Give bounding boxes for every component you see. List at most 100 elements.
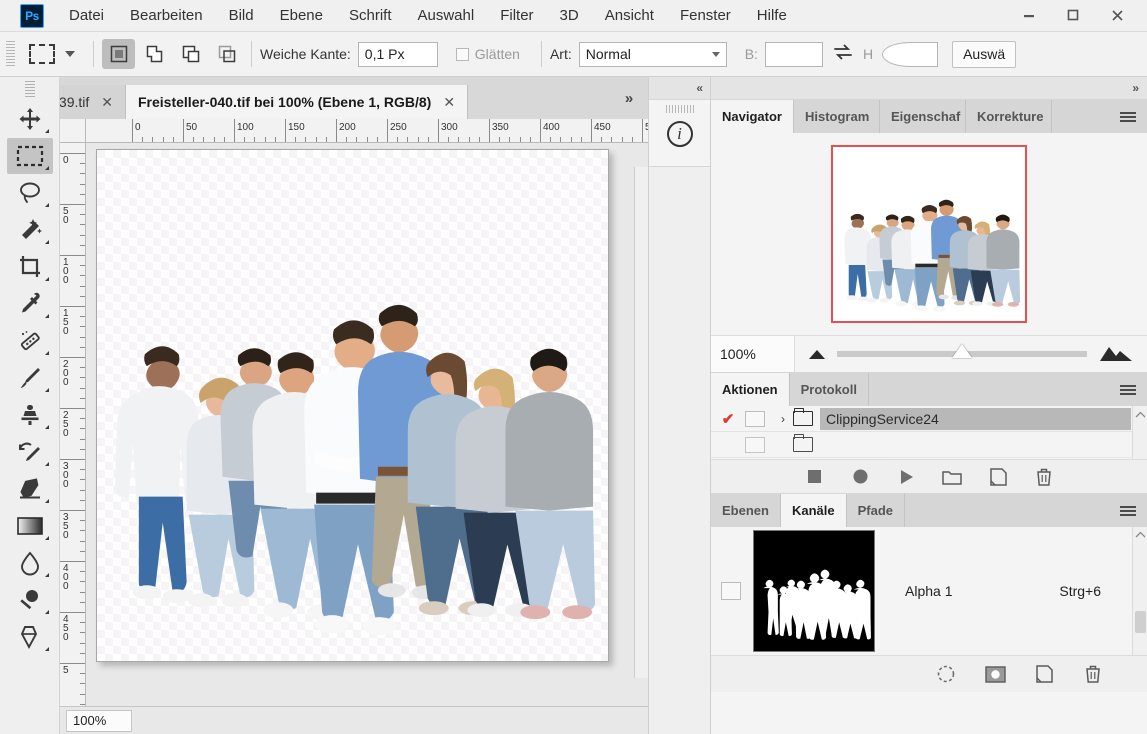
menu-3d[interactable]: 3D	[547, 2, 592, 29]
menu-ebene[interactable]: Ebene	[267, 2, 336, 29]
navigator-preview-area[interactable]	[711, 133, 1147, 335]
menu-bild[interactable]: Bild	[216, 2, 267, 29]
refine-edge-button[interactable]: Auswä	[952, 41, 1016, 68]
scroll-up-icon[interactable]	[1135, 411, 1146, 419]
pen-tool[interactable]	[7, 619, 53, 655]
eyedropper-tool[interactable]	[7, 286, 53, 322]
panel-grip[interactable]	[666, 105, 694, 113]
tab-eigenschaften[interactable]: Eigenschaf	[880, 100, 966, 133]
tools-panel-grip[interactable]	[25, 81, 35, 97]
tool-preset-picker[interactable]	[23, 44, 85, 64]
blur-tool[interactable]	[7, 545, 53, 581]
scrollbar-thumb[interactable]	[1135, 611, 1146, 633]
channel-visibility-toggle[interactable]	[721, 582, 741, 600]
action-dialog-toggle-2[interactable]	[745, 437, 765, 453]
menu-schrift[interactable]: Schrift	[336, 2, 405, 29]
navigator-zoom-slider[interactable]	[795, 346, 1147, 362]
stop-icon[interactable]	[802, 466, 826, 488]
tab-pfade[interactable]: Pfade	[847, 494, 905, 527]
record-icon[interactable]	[848, 466, 872, 488]
close-icon[interactable]: ✕	[443, 94, 455, 111]
tab-ebenen[interactable]: Ebenen	[711, 494, 781, 527]
dodge-tool[interactable]	[7, 582, 53, 618]
menu-datei[interactable]: Datei	[56, 2, 117, 29]
height-input[interactable]	[882, 42, 938, 67]
tab-navigator[interactable]: Navigator	[711, 100, 794, 133]
maximize-button[interactable]	[1051, 2, 1095, 28]
actions-list[interactable]: ✔ › ClippingService24	[711, 406, 1147, 459]
healing-brush-tool[interactable]	[7, 323, 53, 359]
panel-menu-icon[interactable]	[1117, 494, 1139, 527]
zoom-slider-track[interactable]	[837, 351, 1087, 357]
info-panel-collapsed[interactable]: i	[649, 99, 710, 167]
canvas-viewport[interactable]	[86, 143, 648, 706]
crop-tool[interactable]	[7, 249, 53, 285]
action-dialog-toggle[interactable]	[745, 411, 765, 427]
style-select[interactable]: Normal	[579, 42, 727, 67]
artboard[interactable]	[96, 149, 609, 662]
minimize-button[interactable]	[1007, 2, 1051, 28]
new-action-icon[interactable]	[986, 466, 1010, 488]
save-selection-icon[interactable]	[983, 663, 1007, 685]
menu-filter[interactable]: Filter	[487, 2, 546, 29]
new-channel-icon[interactable]	[1032, 663, 1056, 685]
options-bar-grip[interactable]	[6, 41, 15, 67]
subtract-from-selection-button[interactable]	[174, 39, 207, 69]
scroll-up-icon[interactable]	[1133, 527, 1147, 542]
new-selection-button[interactable]	[102, 39, 135, 69]
menu-bearbeiten[interactable]: Bearbeiten	[117, 2, 216, 29]
zoom-slider-thumb[interactable]	[952, 344, 972, 358]
document-tab-040[interactable]: Freisteller-040.tif bei 100% (Ebene 1, R…	[126, 85, 468, 119]
rectangular-marquee-tool[interactable]	[7, 138, 53, 174]
menu-hilfe[interactable]: Hilfe	[744, 2, 800, 29]
clone-stamp-tool[interactable]	[7, 397, 53, 433]
canvas-vertical-scrollbar[interactable]	[634, 167, 648, 678]
zoom-in-mountain-icon[interactable]	[1099, 346, 1133, 362]
action-enabled-checkmark[interactable]: ✔	[711, 410, 745, 428]
expand-dock-button[interactable]: »	[711, 77, 1147, 99]
move-tool[interactable]	[7, 101, 53, 137]
menu-ansicht[interactable]: Ansicht	[592, 2, 667, 29]
brush-tool[interactable]	[7, 360, 53, 396]
delete-channel-icon[interactable]	[1081, 663, 1105, 685]
tab-korrekturen[interactable]: Korrekture	[966, 100, 1052, 133]
chevron-right-icon[interactable]: ›	[773, 412, 793, 426]
info-icon[interactable]: i	[667, 121, 693, 147]
menu-auswahl[interactable]: Auswahl	[405, 2, 488, 29]
play-icon[interactable]	[894, 466, 918, 488]
delete-icon[interactable]	[1032, 466, 1056, 488]
eraser-tool[interactable]	[7, 471, 53, 507]
document-tab-039[interactable]: eller-039.tif ✕	[60, 85, 126, 119]
antialias-checkbox[interactable]	[456, 48, 469, 61]
channels-list[interactable]: Alpha 1 Strg+6	[711, 527, 1147, 655]
tab-kanaele[interactable]: Kanäle	[781, 494, 847, 527]
menu-fenster[interactable]: Fenster	[667, 2, 744, 29]
actions-scrollbar[interactable]	[1132, 406, 1147, 459]
add-to-selection-button[interactable]	[138, 39, 171, 69]
intersect-selection-button[interactable]	[210, 39, 243, 69]
panel-menu-icon[interactable]	[1117, 373, 1139, 406]
width-input[interactable]	[765, 42, 823, 67]
zoom-out-mountain-icon[interactable]	[809, 350, 825, 359]
magic-wand-tool[interactable]	[7, 212, 53, 248]
channel-row-alpha1[interactable]: Alpha 1 Strg+6	[711, 527, 1147, 655]
load-selection-icon[interactable]	[934, 663, 958, 685]
status-zoom-field[interactable]: 100%	[66, 710, 132, 732]
navigator-thumbnail[interactable]	[831, 145, 1027, 323]
actions-row-partial[interactable]	[711, 432, 1147, 458]
feather-input[interactable]: 0,1 Px	[358, 42, 438, 67]
tab-histogramm[interactable]: Histogram	[794, 100, 880, 133]
action-set-name[interactable]: ClippingService24	[820, 408, 1131, 430]
ruler-origin-box[interactable]	[60, 119, 86, 143]
tab-aktionen[interactable]: Aktionen	[711, 373, 790, 406]
history-brush-tool[interactable]	[7, 434, 53, 470]
channels-scrollbar[interactable]	[1132, 527, 1147, 655]
vertical-ruler[interactable]: 0501001502002503003504004505	[60, 143, 86, 706]
actions-row[interactable]: ✔ › ClippingService24	[711, 406, 1147, 432]
channel-thumbnail-alpha-mask[interactable]	[753, 530, 875, 652]
close-button[interactable]	[1095, 2, 1139, 28]
tab-protokoll[interactable]: Protokoll	[790, 373, 869, 406]
horizontal-ruler[interactable]: 05010015020025030035040045050	[86, 119, 648, 143]
tab-overflow-button[interactable]: »	[610, 77, 648, 119]
gradient-tool[interactable]	[7, 508, 53, 544]
